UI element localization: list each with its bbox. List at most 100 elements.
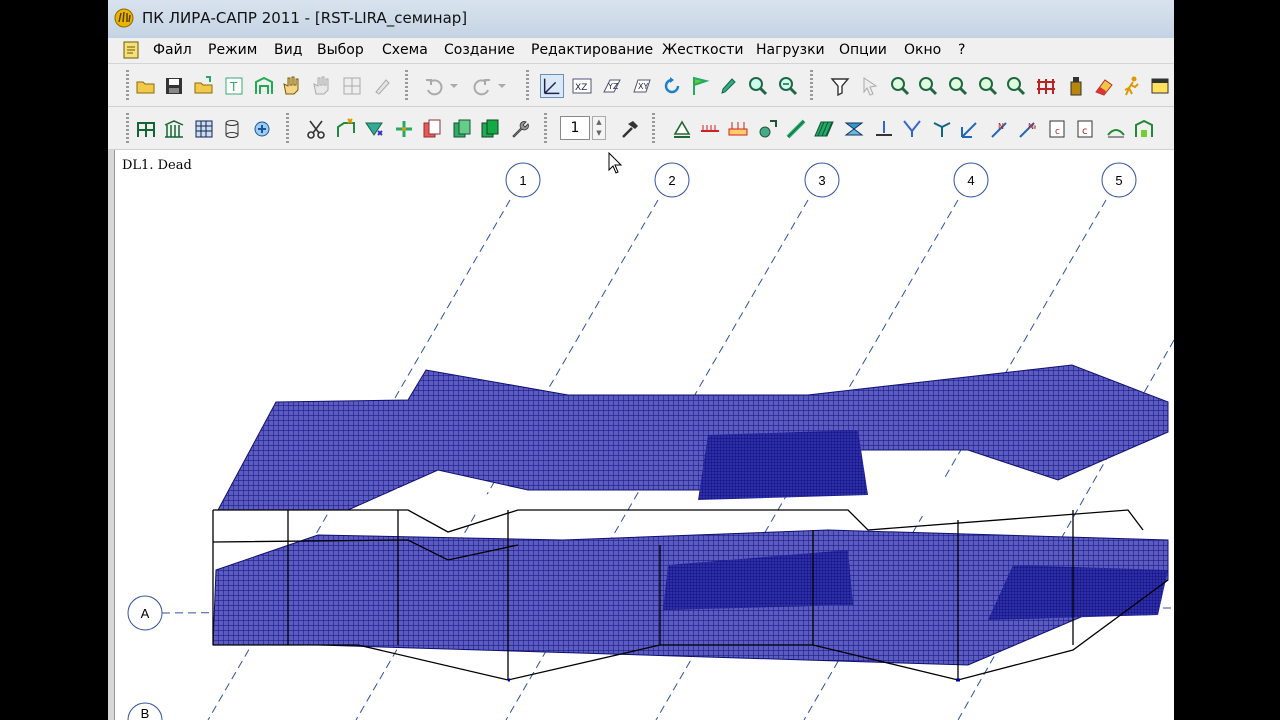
open-folder-icon[interactable] — [134, 74, 158, 98]
mirror-icon[interactable] — [842, 117, 866, 141]
frame-structure-icon[interactable] — [134, 117, 158, 141]
text-icon[interactable]: T — [222, 74, 246, 98]
axes-icon[interactable] — [540, 74, 564, 98]
stiffness-bar-icon[interactable] — [784, 117, 808, 141]
axis-marker-A: A — [127, 595, 163, 631]
lira-logo-icon — [114, 8, 134, 28]
menu-view[interactable]: Вид — [274, 42, 302, 58]
svg-text:T: T — [229, 80, 238, 94]
toolbar-grip[interactable] — [544, 113, 547, 143]
move-node-icon[interactable] — [362, 117, 386, 141]
load-line-icon[interactable] — [698, 117, 722, 141]
zoom-node-icon[interactable] — [888, 74, 912, 98]
menu-help[interactable]: ? — [958, 42, 965, 58]
spin-buttons[interactable]: ▲ ▼ — [592, 116, 606, 140]
zoom-solid-icon[interactable] — [1004, 74, 1028, 98]
menu-stiffness[interactable]: Жесткости — [662, 42, 744, 58]
save-as-folder-icon[interactable] — [192, 74, 216, 98]
bars-icon[interactable] — [1034, 74, 1058, 98]
axis-marker-1: 1 — [505, 162, 541, 198]
zoom-plate-icon[interactable] — [976, 74, 1000, 98]
window-icon[interactable] — [1148, 74, 1172, 98]
branch-icon[interactable] — [930, 117, 954, 141]
hammer-icon[interactable] — [618, 117, 642, 141]
menu-scheme[interactable]: Схема — [382, 42, 428, 58]
save-icon[interactable] — [162, 74, 186, 98]
toolbar-grip[interactable] — [126, 70, 129, 100]
toolbar-grip[interactable] — [652, 113, 655, 143]
window-title: ПК ЛИРА-САПР 2011 - [RST-LIRA_семинар] — [142, 9, 468, 27]
model-viewport[interactable]: DL1. Dead 1 2 3 4 5 A B — [108, 150, 1174, 720]
hinge-icon[interactable] — [900, 117, 924, 141]
pencil-icon[interactable] — [716, 74, 740, 98]
svg-text:N: N — [998, 122, 1004, 131]
window-left-border — [108, 150, 115, 720]
stiffness-plate-icon[interactable] — [812, 117, 836, 141]
axis-marker-2: 2 — [654, 162, 690, 198]
edit-toolbar: 1 ▲ ▼ N № c c — [108, 107, 1174, 150]
menu-edit[interactable]: Редактирование — [531, 42, 653, 58]
menu-options[interactable]: Опции — [839, 42, 887, 58]
deformation-icon[interactable] — [1104, 117, 1128, 141]
menu-window[interactable]: Окно — [904, 42, 941, 58]
add-point-icon[interactable] — [392, 117, 416, 141]
toolbar-grip[interactable] — [405, 70, 408, 100]
redo-icon — [473, 79, 490, 96]
menu-create[interactable]: Создание — [444, 42, 515, 58]
zoom-bar-icon[interactable] — [946, 74, 970, 98]
menu-select[interactable]: Выбор — [317, 42, 364, 58]
undo-dropdown-icon — [450, 84, 458, 88]
menu-file[interactable]: Файл — [153, 42, 192, 58]
shell-icon[interactable] — [220, 117, 244, 141]
projection-xz-icon[interactable]: XZ — [570, 74, 594, 98]
bottle-icon[interactable] — [1064, 74, 1088, 98]
settings-load-icon[interactable] — [756, 117, 780, 141]
svg-text:3: 3 — [818, 173, 825, 188]
step-value-input[interactable]: 1 — [560, 116, 590, 140]
projection-yz-icon[interactable]: YZ — [600, 74, 624, 98]
copy-elements-icon[interactable] — [450, 117, 474, 141]
dense-region-right — [988, 565, 1168, 620]
zoom-element-icon[interactable] — [916, 74, 940, 98]
structure-drawing[interactable]: 1 2 3 4 5 A B — [108, 150, 1174, 720]
truss-icon[interactable] — [162, 117, 186, 141]
zoom-fit-icon[interactable] — [776, 74, 800, 98]
hand-icon[interactable] — [280, 74, 304, 98]
toolbar-grip[interactable] — [286, 113, 289, 143]
add-node-icon[interactable] — [334, 117, 358, 141]
svg-text:XZ: XZ — [575, 83, 587, 93]
copy-icon[interactable] — [420, 117, 444, 141]
toolbar-grip[interactable] — [810, 70, 813, 100]
document-icon[interactable] — [122, 41, 140, 59]
section-bold-icon[interactable]: c — [1074, 117, 1098, 141]
projection-xy-icon[interactable]: XY — [630, 74, 654, 98]
cut-icon[interactable] — [304, 117, 328, 141]
copy-group-icon[interactable] — [478, 117, 502, 141]
svg-text:4: 4 — [967, 173, 974, 188]
node-sync-icon[interactable] — [250, 117, 274, 141]
step-spinner[interactable]: 1 ▲ ▼ — [560, 116, 612, 140]
eraser-icon[interactable] — [1092, 74, 1116, 98]
frame-icon[interactable] — [252, 74, 276, 98]
fix-node-icon[interactable] — [872, 117, 896, 141]
rotate-icon[interactable] — [660, 74, 684, 98]
flag-icon[interactable] — [688, 74, 712, 98]
element-numbers-icon[interactable]: № — [1016, 117, 1040, 141]
wrench-icon[interactable] — [508, 117, 532, 141]
load-plate-icon[interactable] — [726, 117, 750, 141]
section-icon[interactable]: c — [1046, 117, 1070, 141]
toolbar-grip[interactable] — [526, 70, 529, 100]
axis-marker-B: B — [127, 702, 163, 720]
filter-icon[interactable] — [828, 74, 852, 98]
zoom-icon[interactable] — [746, 74, 770, 98]
menu-loads[interactable]: Нагрузки — [756, 42, 825, 58]
undo-icon — [426, 79, 443, 96]
support-icon[interactable] — [670, 117, 694, 141]
toolbar-grip[interactable] — [126, 113, 129, 143]
node-numbers-icon[interactable]: N — [988, 117, 1012, 141]
run-icon[interactable] — [1120, 74, 1144, 98]
menu-mode[interactable]: Режим — [208, 42, 257, 58]
arrow-axes-icon[interactable] — [958, 117, 982, 141]
plate-mesh-icon[interactable] — [192, 117, 216, 141]
design-icon[interactable] — [1132, 117, 1156, 141]
